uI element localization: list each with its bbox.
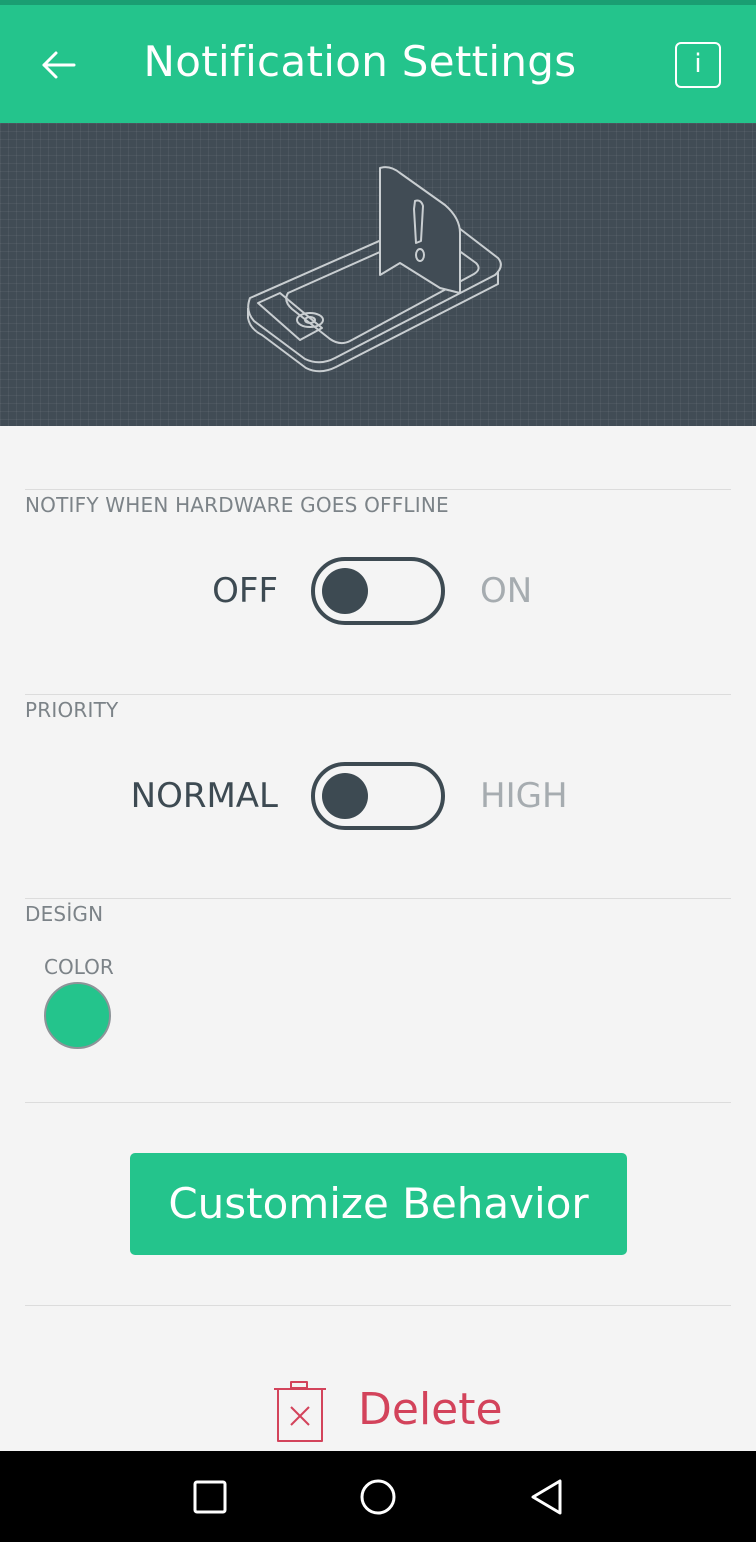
back-button[interactable] <box>28 35 88 95</box>
trash-icon <box>274 1381 326 1442</box>
home-circle-icon <box>360 1479 396 1515</box>
hero-illustration <box>0 123 756 426</box>
priority-toggle-knob <box>322 773 368 819</box>
recents-button[interactable] <box>189 1476 231 1518</box>
phone-alert-illustration-icon <box>247 166 502 373</box>
divider <box>25 694 731 695</box>
color-swatch[interactable] <box>44 982 111 1049</box>
system-back-button[interactable] <box>526 1476 568 1518</box>
priority-normal-label: NORMAL <box>130 776 278 816</box>
offline-on-label: ON <box>480 571 533 611</box>
offline-toggle-row: OFF ON <box>0 557 756 627</box>
delete-button[interactable]: Delete <box>270 1378 510 1448</box>
color-label: COLOR <box>44 955 114 979</box>
divider <box>25 898 731 899</box>
priority-toggle-switch[interactable] <box>311 762 445 830</box>
home-button[interactable] <box>357 1476 399 1518</box>
delete-label: Delete <box>358 1384 503 1435</box>
offline-section-label: NOTIFY WHEN HARDWARE GOES OFFLINE <box>25 493 449 517</box>
offline-toggle-knob <box>322 568 368 614</box>
back-triangle-icon <box>531 1479 562 1515</box>
system-nav-bar <box>0 1451 756 1542</box>
priority-section-label: PRIORITY <box>25 698 119 722</box>
page-title: Notification Settings <box>143 37 577 86</box>
offline-off-label: OFF <box>212 571 278 611</box>
divider <box>25 1102 731 1103</box>
info-button[interactable]: i <box>675 42 721 88</box>
recents-square-icon <box>193 1480 227 1514</box>
design-section-label: DESİGN <box>25 902 104 926</box>
divider <box>25 489 731 490</box>
app-header: Notification Settings i <box>0 5 756 123</box>
priority-high-label: HIGH <box>480 776 568 816</box>
priority-toggle-row: NORMAL HIGH <box>0 762 756 832</box>
customize-behavior-button[interactable]: Customize Behavior <box>130 1153 627 1255</box>
divider <box>25 1305 731 1306</box>
arrow-left-icon <box>42 51 76 79</box>
offline-toggle-switch[interactable] <box>311 557 445 625</box>
